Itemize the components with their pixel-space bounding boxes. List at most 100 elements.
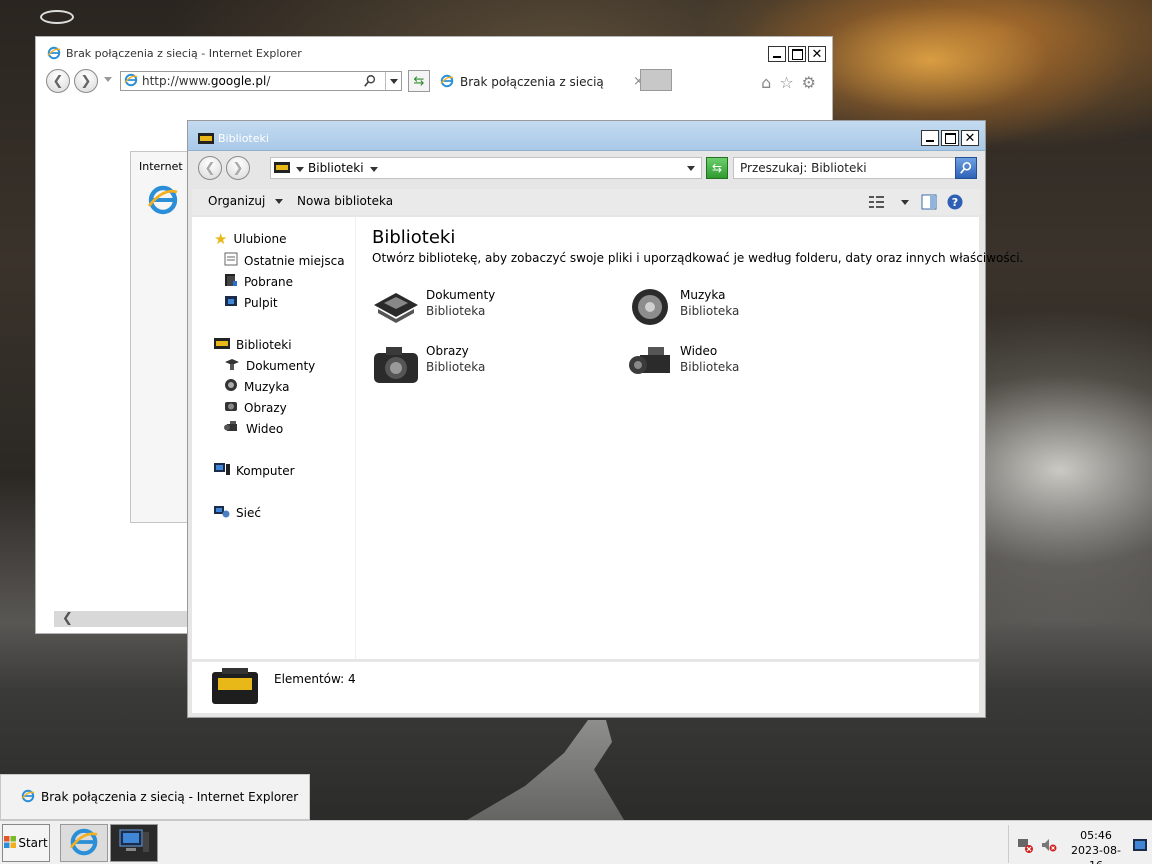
search-icon[interactable] <box>363 74 377 91</box>
crumb-chevron-icon[interactable] <box>296 161 304 175</box>
taskbar: Start 05:46 2023-08-16 <box>0 820 1152 864</box>
forward-arrow-icon: ❯ <box>80 73 92 89</box>
network-disconnected-icon[interactable] <box>1017 837 1033 856</box>
system-tray: 05:46 2023-08-16 <box>1008 825 1152 864</box>
library-name: Obrazy <box>426 344 469 358</box>
back-button[interactable]: ❮ <box>46 69 70 93</box>
address-bar[interactable]: http://www.google.pl/ <box>120 71 402 91</box>
refresh-icon: ⇆ <box>413 73 425 89</box>
address-history-dropdown-icon[interactable] <box>687 166 695 171</box>
refresh-icon: ⇆ <box>711 161 723 175</box>
desktop-icon <box>224 294 238 311</box>
documents-icon <box>372 287 420 330</box>
nav-item-documents[interactable]: Dokumenty <box>224 357 315 374</box>
wallpaper-road <box>450 720 630 830</box>
library-type: Biblioteka <box>426 304 486 318</box>
explorer-back-button[interactable]: ❮ <box>198 156 222 180</box>
ie-logo-icon <box>47 46 61 63</box>
explorer-close-button[interactable]: ✕ <box>961 130 979 146</box>
organize-button[interactable]: Organizuj <box>208 194 284 208</box>
recent-places-icon <box>224 252 238 269</box>
library-documents[interactable]: Dokumenty Biblioteka <box>372 287 495 330</box>
camera-icon <box>224 399 238 416</box>
page-description: Otwórz bibliotekę, aby zobaczyć swoje pl… <box>372 251 1024 265</box>
refresh-button[interactable]: ⇆ <box>408 70 430 92</box>
explorer-titlebar[interactable]: Biblioteki ✕ <box>188 121 985 151</box>
nav-item-desktop[interactable]: Pulpit <box>224 294 278 311</box>
view-options-icon[interactable] <box>869 195 885 212</box>
forward-button[interactable]: ❯ <box>74 69 98 93</box>
nav-item-videos[interactable]: Wideo <box>224 420 283 437</box>
tab-no-connection[interactable]: Brak połączenia z siecią × <box>440 71 644 93</box>
tab-label: Brak połączenia z siecią <box>460 75 604 89</box>
network-icon <box>214 504 230 521</box>
nav-item-libraries[interactable]: Biblioteki <box>214 336 292 353</box>
libraries-icon <box>214 336 230 353</box>
clock[interactable]: 05:46 2023-08-16 <box>1065 828 1127 864</box>
item-count: Elementów: 4 <box>274 672 356 686</box>
computer-icon <box>214 462 230 479</box>
svg-text:?: ? <box>952 196 958 209</box>
library-pictures[interactable]: Obrazy Biblioteka <box>372 343 485 390</box>
start-button[interactable]: Start <box>2 824 50 862</box>
library-name: Muzyka <box>680 288 726 302</box>
libraries-main-pane: Biblioteki Otwórz bibliotekę, aby zobacz… <box>358 217 1023 659</box>
address-url: http://www.google.pl/ <box>142 74 271 88</box>
ie-titlebar[interactable]: Brak połączenia z siecią - Internet Expl… <box>36 37 832 65</box>
nav-item-downloads[interactable]: Pobrane <box>224 273 293 290</box>
library-videos[interactable]: Wideo Biblioteka <box>626 343 739 386</box>
new-tab-button[interactable] <box>640 69 672 91</box>
home-icon[interactable]: ⌂ <box>761 73 771 92</box>
documents-icon <box>224 357 240 374</box>
ie-minimize-button[interactable] <box>768 46 786 62</box>
taskbar-preview[interactable]: Brak połączenia z siecią - Internet Expl… <box>0 774 310 820</box>
libraries-large-icon <box>212 666 258 709</box>
nav-item-favorites[interactable]: ★ Ulubione <box>214 231 286 247</box>
desktop-halo-icon[interactable] <box>40 10 74 24</box>
nav-item-recent-places[interactable]: Ostatnie miejsca <box>224 252 345 269</box>
navigation-pane: ★ Ulubione Ostatnie miejsca Pobrane Pulp… <box>192 217 356 659</box>
explorer-minimize-button[interactable] <box>921 130 939 146</box>
breadcrumb-libraries[interactable]: Biblioteki <box>308 161 364 175</box>
address-dropdown-icon[interactable] <box>385 72 401 90</box>
ie-logo-icon <box>69 827 99 860</box>
library-music[interactable]: Muzyka Biblioteka <box>626 287 739 330</box>
nav-item-pictures[interactable]: Obrazy <box>224 399 287 416</box>
nav-item-music[interactable]: Muzyka <box>224 378 289 395</box>
explorer-content: ★ Ulubione Ostatnie miejsca Pobrane Pulp… <box>192 217 1023 659</box>
explorer-search-input[interactable]: Przeszukaj: Biblioteki <box>733 157 977 179</box>
history-dropdown-icon[interactable] <box>104 77 112 82</box>
explorer-forward-button[interactable]: ❯ <box>226 156 250 180</box>
back-arrow-icon: ❮ <box>204 160 216 176</box>
library-type: Biblioteka <box>680 304 740 318</box>
breadcrumb[interactable]: Biblioteki <box>270 157 702 179</box>
ie-close-button[interactable]: ✕ <box>808 46 826 62</box>
tools-gear-icon[interactable]: ⚙ <box>802 73 816 92</box>
new-library-button[interactable]: Nowa biblioteka <box>297 194 393 208</box>
taskbar-ie-button[interactable] <box>60 824 108 862</box>
volume-muted-icon[interactable] <box>1041 837 1057 856</box>
command-bar: Organizuj Nowa biblioteka ? <box>192 189 981 215</box>
explorer-maximize-button[interactable] <box>941 130 959 146</box>
explorer-window-title: Biblioteki <box>218 132 269 145</box>
organize-dropdown-icon <box>275 199 284 204</box>
ie-maximize-button[interactable] <box>788 46 806 62</box>
crumb-chevron-icon[interactable] <box>369 161 378 175</box>
explorer-refresh-button[interactable]: ⇆ <box>706 157 728 179</box>
desktop: Brak połączenia z siecią - Internet Expl… <box>0 0 1152 864</box>
help-icon[interactable]: ? <box>947 194 963 213</box>
scroll-left-icon[interactable]: ❮ <box>62 611 73 626</box>
library-name: Dokumenty <box>426 288 496 302</box>
preview-pane-icon[interactable] <box>921 194 937 213</box>
ie-horizontal-scrollbar[interactable]: ❮ <box>54 611 194 627</box>
forward-arrow-icon: ❯ <box>232 160 244 176</box>
view-dropdown-icon[interactable] <box>901 200 909 205</box>
star-icon: ★ <box>214 230 228 248</box>
computer-icon <box>118 828 150 859</box>
favorites-star-icon[interactable]: ☆ <box>779 73 793 92</box>
search-button[interactable] <box>955 157 977 179</box>
show-desktop-icon[interactable] <box>1133 839 1147 854</box>
taskbar-explorer-button[interactable] <box>110 824 158 862</box>
nav-item-computer[interactable]: Komputer <box>214 462 295 479</box>
nav-item-network[interactable]: Sieć <box>214 504 261 521</box>
